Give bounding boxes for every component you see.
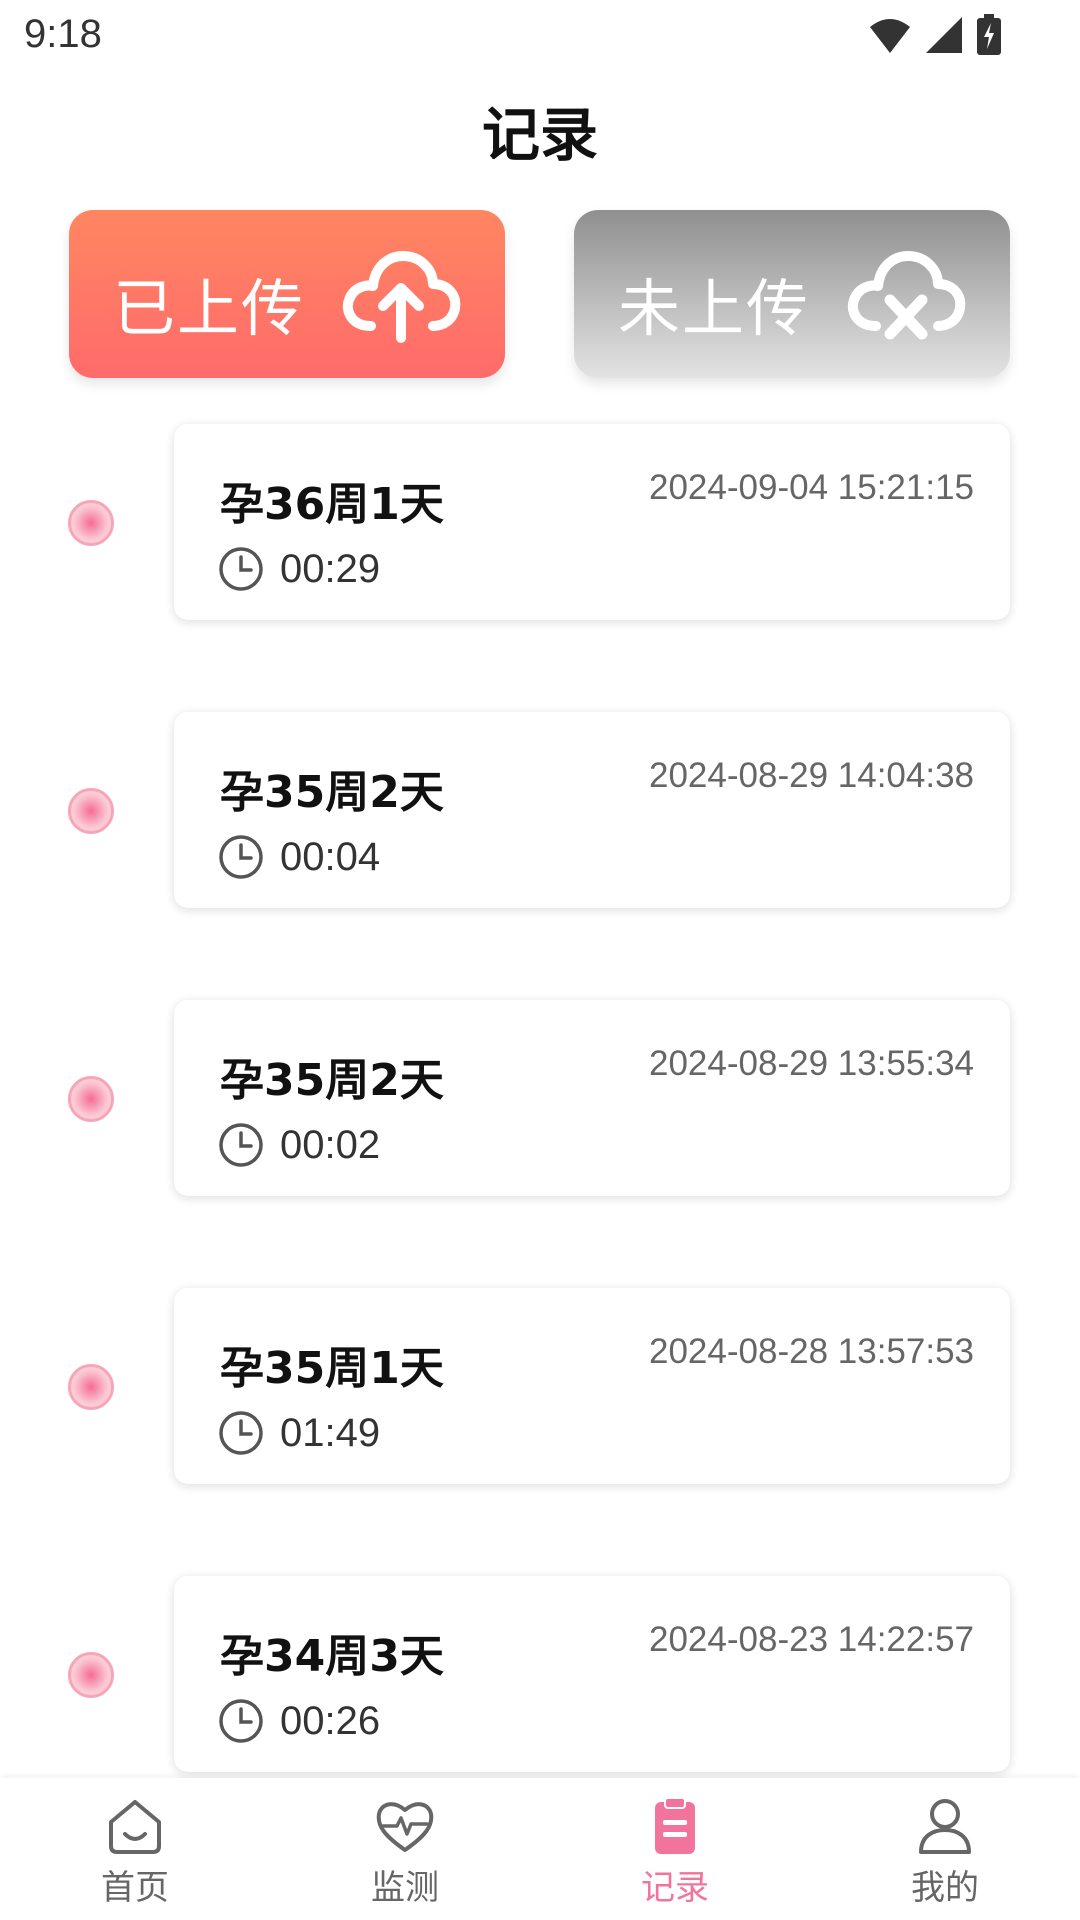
record-week: 孕35周2天 (220, 1055, 444, 1106)
clock-icon (219, 835, 263, 879)
home-icon (109, 1800, 161, 1854)
timeline-dot (68, 500, 114, 546)
record-card[interactable]: 孕35周1天 2024-08-28 13:57:53 01:49 (174, 1288, 1010, 1484)
clock-icon (219, 1699, 263, 1743)
record-row: 孕36周1天 2024-09-04 15:21:15 00:29 (0, 420, 1080, 708)
record-duration: 00:26 (280, 1698, 381, 1743)
nav-label-monitor: 监测 (371, 1868, 439, 1908)
wifi-icon (870, 19, 910, 53)
cloud-x-icon (847, 251, 966, 340)
record-card[interactable]: 孕35周2天 2024-08-29 14:04:38 00:04 (174, 712, 1010, 908)
uploaded-tab-label: 已上传 (113, 272, 306, 345)
page-title: 记录 (481, 101, 598, 169)
record-datetime: 2024-08-23 14:22:57 (649, 1620, 974, 1659)
timeline-dot (68, 1652, 114, 1698)
nav-label-profile: 我的 (911, 1868, 979, 1908)
record-datetime: 2024-08-29 13:55:34 (649, 1044, 974, 1083)
person-icon (919, 1799, 971, 1854)
record-week: 孕34周3天 (220, 1631, 444, 1682)
record-duration: 00:29 (280, 546, 381, 591)
signal-icon (926, 17, 962, 53)
not-uploaded-tab-label: 未上传 (618, 272, 811, 345)
record-duration-row: 00:04 (218, 834, 380, 880)
cloud-upload-icon (342, 251, 461, 343)
timeline-dot (68, 1076, 114, 1122)
bottom-nav: 首页 监测 记录 我的 (0, 1778, 1080, 1920)
clock-icon (219, 1411, 263, 1455)
record-row: 孕35周1天 2024-08-28 13:57:53 01:49 (0, 1284, 1080, 1572)
clock-icon (219, 1123, 263, 1167)
record-list: 孕36周1天 2024-09-04 15:21:15 00:29 孕35周2天 … (0, 420, 1080, 1860)
not-uploaded-tab[interactable]: 未上传 (574, 210, 1010, 378)
nav-item-records[interactable]: 记录 (540, 1778, 810, 1920)
record-duration: 01:49 (280, 1410, 381, 1455)
record-card[interactable]: 孕34周3天 2024-08-23 14:22:57 00:26 (174, 1576, 1010, 1772)
nav-item-home[interactable]: 首页 (0, 1778, 270, 1920)
record-datetime: 2024-08-28 13:57:53 (649, 1332, 974, 1371)
nav-item-profile[interactable]: 我的 (810, 1778, 1080, 1920)
record-row: 孕35周2天 2024-08-29 13:55:34 00:02 (0, 996, 1080, 1284)
record-week: 孕36周1天 (220, 479, 444, 530)
record-card[interactable]: 孕36周1天 2024-09-04 15:21:15 00:29 (174, 424, 1010, 620)
record-row: 孕35周2天 2024-08-29 14:04:38 00:04 (0, 708, 1080, 996)
record-week: 孕35周1天 (220, 1343, 444, 1394)
clipboard-icon (655, 1797, 695, 1854)
record-duration: 00:02 (280, 1122, 381, 1167)
record-card[interactable]: 孕35周2天 2024-08-29 13:55:34 00:02 (174, 1000, 1010, 1196)
record-duration-row: 00:29 (218, 546, 380, 592)
record-week: 孕35周2天 (220, 767, 444, 818)
status-bar: 9:18 (0, 0, 1080, 72)
status-time: 9:18 (24, 12, 102, 56)
record-duration: 00:04 (280, 834, 381, 879)
status-icons (868, 14, 1002, 56)
heart-monitor-icon (376, 1802, 434, 1852)
clock-icon (219, 547, 263, 591)
record-datetime: 2024-09-04 15:21:15 (649, 468, 974, 507)
nav-item-monitor[interactable]: 监测 (270, 1778, 540, 1920)
record-duration-row: 01:49 (218, 1410, 380, 1456)
record-datetime: 2024-08-29 14:04:38 (649, 756, 974, 795)
uploaded-tab[interactable]: 已上传 (69, 210, 505, 378)
record-duration-row: 00:26 (218, 1698, 380, 1744)
timeline-dot (68, 1364, 114, 1410)
record-duration-row: 00:02 (218, 1122, 380, 1168)
battery-icon (977, 14, 1001, 55)
nav-label-records: 记录 (641, 1868, 709, 1908)
nav-label-home: 首页 (101, 1868, 169, 1908)
timeline-dot (68, 788, 114, 834)
